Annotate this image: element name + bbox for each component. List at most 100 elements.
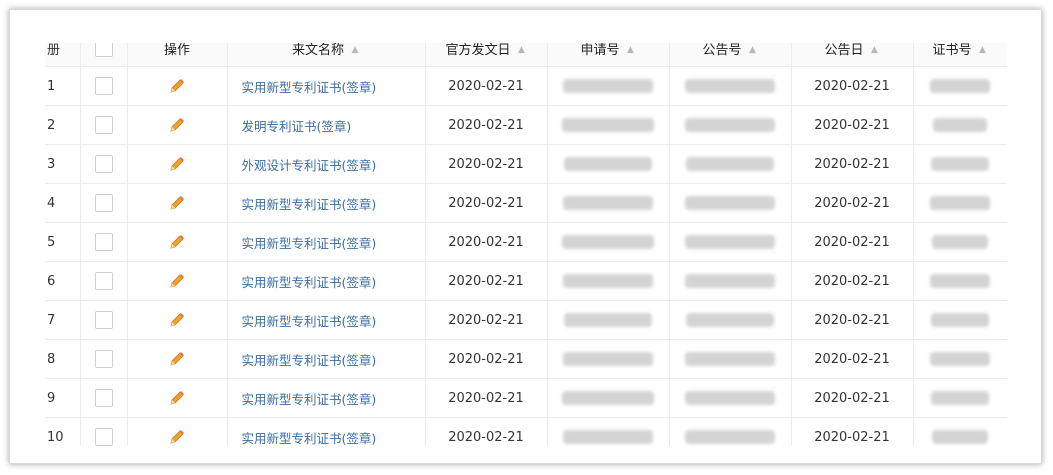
row-pub-date: 2020-02-21 [791,222,914,262]
row-name-cell[interactable]: 实用新型专利证书(签章) [227,66,426,106]
pencil-icon[interactable] [168,391,186,406]
sort-icon[interactable]: ▲ [978,46,988,55]
row-app-no [547,144,670,184]
pencil-icon[interactable] [168,157,186,172]
row-select-cell[interactable] [80,105,128,145]
row-name-cell[interactable]: 实用新型专利证书(签章) [227,261,426,301]
row-name-cell[interactable]: 发明专利证书(签章) [227,105,426,145]
row-checkbox[interactable] [94,116,113,134]
redacted-block [685,391,775,405]
document-name-link[interactable]: 外观设计专利证书(签章) [242,158,377,173]
pencil-icon[interactable] [168,313,186,328]
pencil-icon[interactable] [168,274,186,289]
row-select-cell[interactable] [80,339,128,379]
document-name-link[interactable]: 实用新型专利证书(签章) [242,236,377,251]
row-name-cell[interactable]: 外观设计专利证书(签章) [227,144,426,184]
document-name-link[interactable]: 实用新型专利证书(签章) [242,431,377,446]
row-select-cell[interactable] [80,66,128,106]
row-action-cell[interactable] [127,378,228,418]
row-app-no [547,378,670,418]
row-pub-date: 2020-02-21 [791,300,914,340]
row-cert-no [913,222,1007,262]
row-select-cell[interactable] [80,300,128,340]
row-select-cell[interactable] [80,183,128,223]
row-cert-no [913,66,1007,106]
row-pub-date: 2020-02-21 [791,417,914,446]
row-checkbox[interactable] [94,233,113,251]
header-cert-no-label: 证书号 [932,43,972,58]
redacted-block [932,430,988,444]
header-select-all[interactable] [80,43,128,67]
row-checkbox[interactable] [94,194,113,212]
document-name-link[interactable]: 实用新型专利证书(签章) [242,80,377,95]
row-select-cell[interactable] [80,417,128,446]
pencil-icon[interactable] [168,118,186,133]
row-checkbox[interactable] [94,77,113,95]
row-name-cell[interactable]: 实用新型专利证书(签章) [227,222,426,262]
pencil-icon[interactable] [168,79,186,94]
sort-icon[interactable]: ▲ [870,46,880,55]
document-name-link[interactable]: 实用新型专利证书(签章) [242,392,377,407]
document-table: 册 操作 来文名称 ▲ 官方发文日 ▲ 申请号 ▲ 公告号 ▲ 公告日 ▲ 证书号 ▲ 1 实… [45,43,1007,446]
row-action-cell[interactable] [127,300,228,340]
pencil-icon[interactable] [168,430,186,445]
row-select-cell[interactable] [80,144,128,184]
header-pub-no[interactable]: 公告号 ▲ [669,43,792,67]
pencil-icon[interactable] [168,196,186,211]
row-action-cell[interactable] [127,417,228,446]
row-name-cell[interactable]: 实用新型专利证书(签章) [227,300,426,340]
sort-icon[interactable]: ▲ [517,46,527,55]
row-pub-no [669,417,792,446]
row-index: 8 [45,339,81,379]
row-name-cell[interactable]: 实用新型专利证书(签章) [227,378,426,418]
row-date: 2020-02-21 [425,66,548,106]
row-select-cell[interactable] [80,378,128,418]
row-app-no [547,66,670,106]
row-checkbox[interactable] [94,350,113,368]
sort-icon[interactable]: ▲ [748,46,758,55]
row-action-cell[interactable] [127,66,228,106]
row-name-cell[interactable]: 实用新型专利证书(签章) [227,183,426,223]
row-select-cell[interactable] [80,261,128,301]
row-checkbox[interactable] [94,155,113,173]
redacted-block [685,274,775,288]
sort-icon[interactable]: ▲ [626,46,636,55]
row-checkbox[interactable] [94,389,113,407]
header-pub-date[interactable]: 公告日 ▲ [791,43,914,67]
header-date[interactable]: 官方发文日 ▲ [425,43,548,67]
row-checkbox[interactable] [94,272,113,290]
row-name-cell[interactable]: 实用新型专利证书(签章) [227,417,426,446]
row-action-cell[interactable] [127,144,228,184]
row-select-cell[interactable] [80,222,128,262]
redacted-block [685,196,775,210]
document-name-link[interactable]: 实用新型专利证书(签章) [242,314,377,329]
row-action-cell[interactable] [127,183,228,223]
row-index: 7 [45,300,81,340]
redacted-block [563,196,653,210]
header-app-no[interactable]: 申请号 ▲ [547,43,670,67]
row-pub-no [669,378,792,418]
table-row: 4 实用新型专利证书(签章) 2020-02-21 2020-02-21 [45,183,1007,223]
row-date: 2020-02-21 [425,339,548,379]
row-index: 10 [45,417,81,446]
row-action-cell[interactable] [127,339,228,379]
document-name-link[interactable]: 实用新型专利证书(签章) [242,353,377,368]
header-cert-no[interactable]: 证书号 ▲ [913,43,1007,67]
table-row: 2 发明专利证书(签章) 2020-02-21 2020-02-21 [45,105,1007,145]
table-row: 9 实用新型专利证书(签章) 2020-02-21 2020-02-21 [45,378,1007,418]
row-name-cell[interactable]: 实用新型专利证书(签章) [227,339,426,379]
select-all-checkbox[interactable] [94,43,113,57]
row-cert-no [913,183,1007,223]
row-action-cell[interactable] [127,222,228,262]
row-action-cell[interactable] [127,105,228,145]
row-action-cell[interactable] [127,261,228,301]
row-checkbox[interactable] [94,428,113,446]
document-name-link[interactable]: 发明专利证书(签章) [242,119,352,134]
document-name-link[interactable]: 实用新型专利证书(签章) [242,197,377,212]
pencil-icon[interactable] [168,235,186,250]
header-name[interactable]: 来文名称 ▲ [227,43,426,67]
sort-icon[interactable]: ▲ [350,46,360,55]
document-name-link[interactable]: 实用新型专利证书(签章) [242,275,377,290]
pencil-icon[interactable] [168,352,186,367]
row-checkbox[interactable] [94,311,113,329]
